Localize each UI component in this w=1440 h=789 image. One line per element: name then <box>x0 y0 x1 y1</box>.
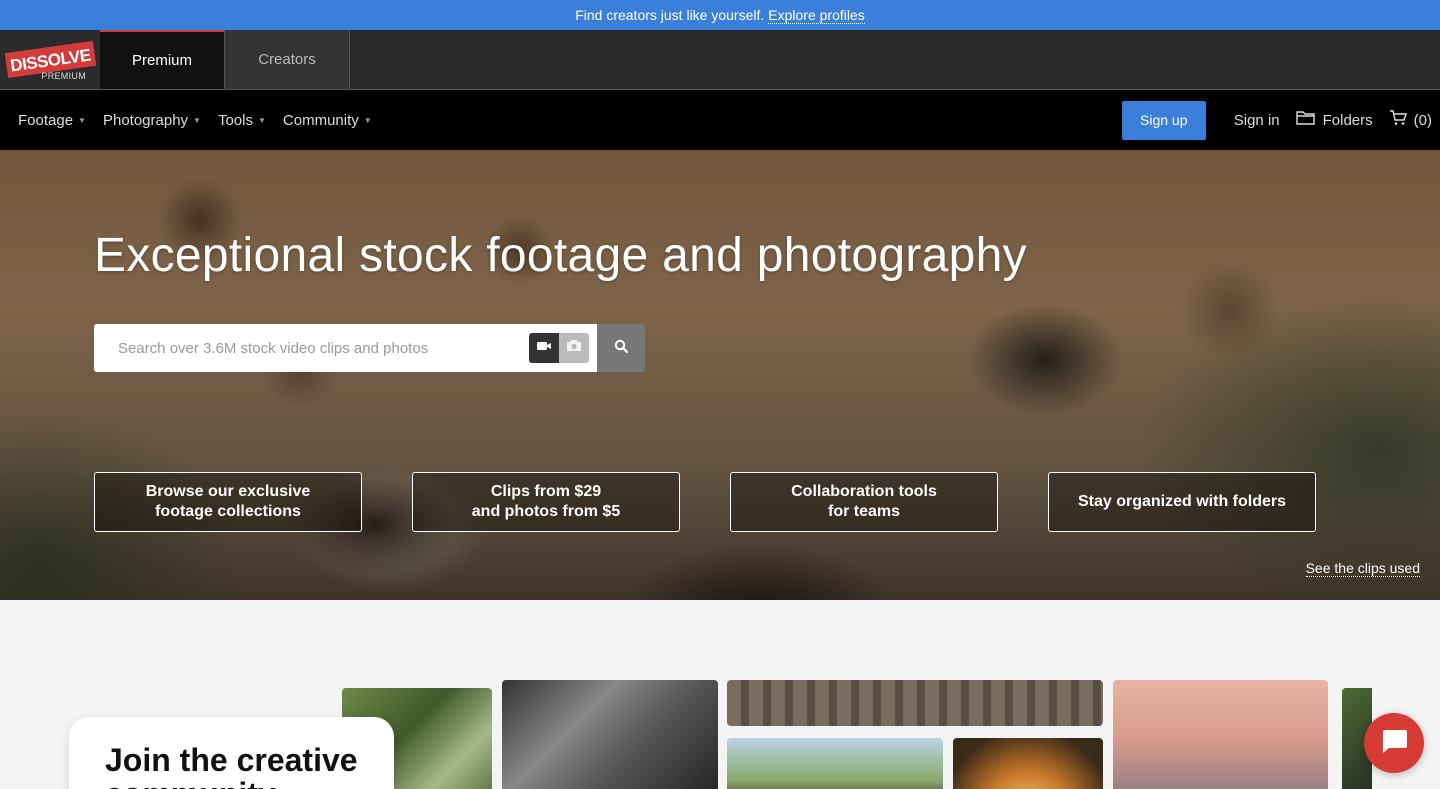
feature-folders-button[interactable]: Stay organized with folders <box>1048 472 1316 532</box>
video-toggle[interactable] <box>529 333 559 363</box>
sign-up-button[interactable]: Sign up <box>1121 100 1206 140</box>
menu-photography[interactable]: Photography ▼ <box>103 112 201 129</box>
explore-profiles-link[interactable]: Explore profiles <box>768 7 865 24</box>
feature-buttons: Browse our exclusive footage collections … <box>94 472 1316 532</box>
menu-footage-label: Footage <box>18 111 74 129</box>
chat-icon <box>1379 727 1409 760</box>
community-section: Join the creative community <box>0 600 1440 789</box>
logo-sub: PREMIUM <box>41 71 86 81</box>
image-collage <box>337 680 1372 789</box>
cart-link[interactable]: (0) <box>1389 110 1432 130</box>
feature-pricing-label: Clips from $29 and photos from $5 <box>471 483 621 520</box>
join-community-card: Join the creative community <box>69 717 394 789</box>
main-menu: Footage ▼ Photography ▼ Tools ▼ Communit… <box>18 112 372 129</box>
sign-in-label: Sign in <box>1233 111 1280 129</box>
folders-link[interactable]: Folders <box>1295 110 1373 130</box>
collage-image-railroad[interactable] <box>727 680 1103 726</box>
caret-down-icon: ▼ <box>193 115 201 125</box>
tab-creators[interactable]: Creators <box>225 30 350 89</box>
menu-tools-label: Tools <box>217 111 253 129</box>
media-type-toggles <box>529 324 597 372</box>
menu-footage[interactable]: Footage ▼ <box>18 112 86 129</box>
collage-image-sunset[interactable] <box>1113 680 1328 789</box>
join-community-title: Join the creative community <box>105 742 358 789</box>
search-input[interactable] <box>118 339 529 357</box>
folders-label: Folders <box>1322 111 1373 129</box>
caret-down-icon: ▼ <box>363 115 372 125</box>
search-button[interactable] <box>597 324 645 372</box>
camera-icon <box>566 339 582 357</box>
cart-icon <box>1389 110 1407 130</box>
feature-folders-label: Stay organized with folders <box>1077 493 1287 510</box>
feature-pricing-button[interactable]: Clips from $29 and photos from $5 <box>412 472 680 532</box>
feature-collections-button[interactable]: Browse our exclusive footage collections <box>94 472 362 532</box>
collage-image-people[interactable] <box>502 680 718 789</box>
see-clips-link[interactable]: See the clips used <box>1305 560 1420 577</box>
feature-collections-label: Browse our exclusive footage collections <box>145 483 311 520</box>
menu-community[interactable]: Community ▼ <box>283 112 372 129</box>
feature-teams-button[interactable]: Collaboration tools for teams <box>730 472 998 532</box>
photo-toggle[interactable] <box>559 333 589 363</box>
brand-bar: DISSOLVE PREMIUM Premium Creators <box>0 30 1440 90</box>
caret-down-icon: ▼ <box>78 115 86 125</box>
menu-community-label: Community <box>282 111 359 129</box>
menu-photography-label: Photography <box>102 111 189 129</box>
folder-icon <box>1295 110 1316 130</box>
cart-count: (0) <box>1413 111 1432 129</box>
hero-title: Exceptional stock footage and photograph… <box>94 229 1027 282</box>
chat-button[interactable] <box>1364 713 1424 773</box>
announcement-text: Find creators just like yourself. <box>575 7 765 23</box>
hero-section: Exceptional stock footage and photograph… <box>0 150 1440 600</box>
main-nav: Footage ▼ Photography ▼ Tools ▼ Communit… <box>0 90 1440 150</box>
dissolve-logo[interactable]: DISSOLVE PREMIUM <box>0 30 100 89</box>
video-camera-icon <box>536 339 552 357</box>
feature-teams-label: Collaboration tools for teams <box>791 483 937 520</box>
search-field <box>94 324 529 372</box>
collage-image-sparks[interactable] <box>953 738 1103 789</box>
collage-image-portrait[interactable] <box>727 738 943 789</box>
search-bar <box>94 324 645 372</box>
sign-in-link[interactable]: Sign in <box>1234 112 1280 129</box>
search-icon <box>614 339 629 358</box>
announcement-bar: Find creators just like yourself. Explor… <box>0 0 1440 30</box>
menu-tools[interactable]: Tools ▼ <box>218 112 266 129</box>
tab-premium[interactable]: Premium <box>100 30 225 89</box>
caret-down-icon: ▼ <box>258 115 266 125</box>
